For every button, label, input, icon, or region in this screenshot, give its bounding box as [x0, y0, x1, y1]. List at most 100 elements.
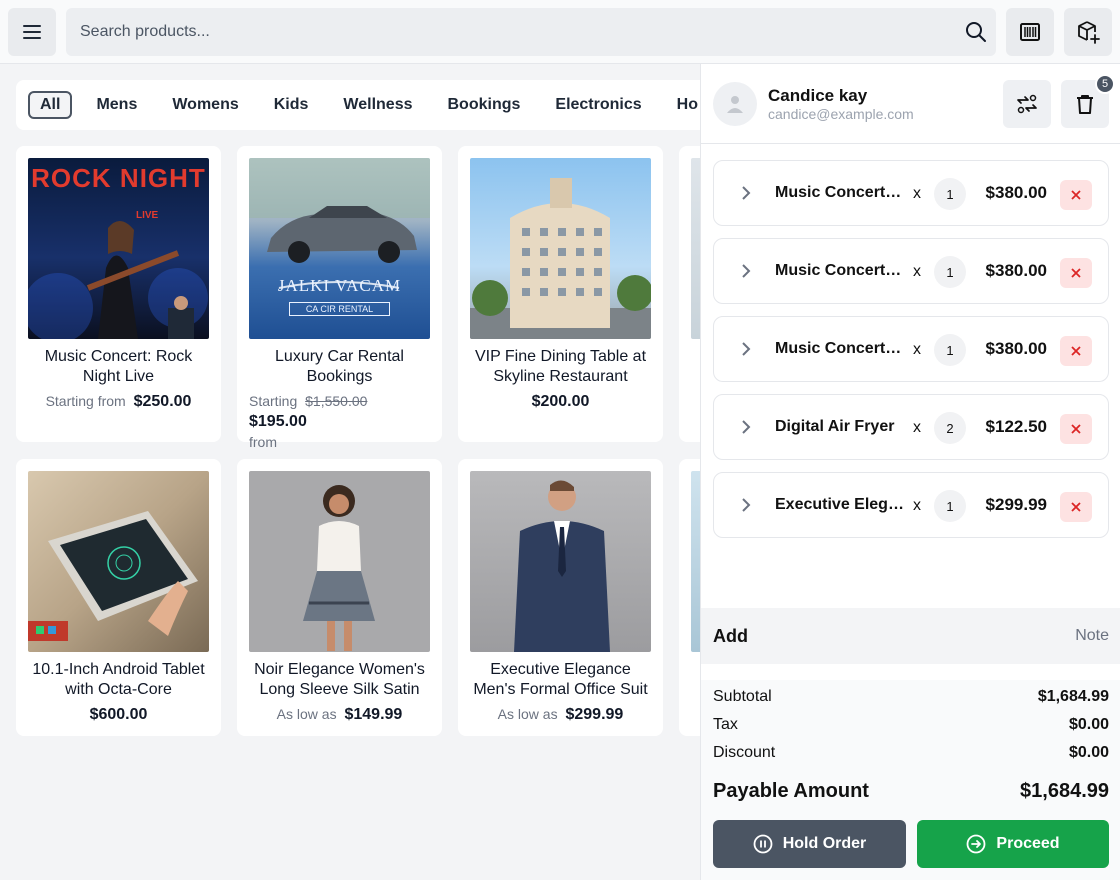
avatar[interactable]: [713, 82, 757, 126]
product-price: $195.00: [249, 413, 307, 430]
cart-count-badge: 5: [1095, 74, 1115, 94]
chevron-right-icon[interactable]: [740, 185, 752, 201]
product-card[interactable]: ROCK NIGHT LIVE Music Concert: Rock Nigh…: [16, 146, 221, 442]
swap-user-icon: [1017, 94, 1037, 114]
barcode-scan-button[interactable]: [1006, 8, 1054, 56]
cart-item-quantity[interactable]: 2: [934, 412, 966, 444]
barcode-icon: [1020, 23, 1040, 41]
product-name: 10.1-Inch Android Tablet with Octa-Core …: [32, 661, 205, 698]
clear-cart-button[interactable]: 5: [1061, 74, 1115, 128]
proceed-label: Proceed: [996, 835, 1060, 852]
tax-row: Tax $0.00: [713, 716, 1109, 734]
quantity-multiplier: x: [913, 497, 921, 514]
original-price: $1,550.00: [305, 393, 368, 409]
remove-item-button[interactable]: [1060, 258, 1092, 288]
product-price-line: $200.00: [470, 391, 651, 412]
concert-poster-title: ROCK NIGHT: [31, 163, 206, 193]
close-icon: [1071, 424, 1081, 434]
quantity-multiplier: x: [913, 263, 921, 280]
product-price-line: As low as $299.99: [470, 704, 651, 725]
product-price: $200.00: [531, 393, 590, 410]
chevron-right-icon[interactable]: [740, 419, 752, 435]
price-suffix: from: [249, 434, 277, 450]
pause-circle-icon: [753, 834, 773, 854]
discount-value: $0.00: [1068, 744, 1109, 761]
cart-item-quantity[interactable]: 1: [934, 178, 966, 210]
product-card[interactable]: 10.1-Inch Android Tablet with Octa-Core …: [16, 459, 221, 736]
product-card[interactable]: JALKI VACAM CA CIR RENTAL Luxury Car Ren…: [237, 146, 442, 450]
product-name: Executive Elegance Men's Formal Office S…: [473, 661, 648, 698]
remove-item-button[interactable]: [1060, 414, 1092, 444]
cart-item[interactable]: Music Concert: Rock Night Live x 1 $380.…: [713, 238, 1109, 304]
proceed-button[interactable]: Proceed: [917, 820, 1109, 868]
product-price: $600.00: [89, 706, 148, 723]
search-icon[interactable]: [964, 20, 988, 44]
product-card[interactable]: VIP Fine Dining Table at Skyline Restaur…: [458, 146, 663, 442]
product-price-line: $600.00: [28, 704, 209, 725]
product-image: [28, 471, 209, 652]
category-tab-womens[interactable]: Womens: [172, 91, 238, 119]
category-tab-wellness[interactable]: Wellness: [343, 91, 412, 119]
cart-item-quantity[interactable]: 1: [934, 490, 966, 522]
product-card[interactable]: Noir Elegance Women's Long Sleeve Silk S…: [237, 459, 442, 736]
product-image: [470, 471, 651, 652]
cart-item-name: Music Concert: Rock Night Live: [775, 262, 905, 279]
hold-order-button[interactable]: Hold Order: [713, 820, 906, 868]
discount-row: Discount $0.00: [713, 744, 1109, 762]
quantity-multiplier: x: [913, 419, 921, 436]
product-name: Music Concert: Rock Night Live: [44, 348, 193, 385]
product-image: ROCK NIGHT LIVE: [28, 158, 209, 339]
car-poster-title: JALKI VACAM: [277, 276, 402, 295]
product-name: VIP Fine Dining Table at Skyline Restaur…: [474, 348, 647, 385]
cart-item-quantity[interactable]: 1: [934, 334, 966, 366]
search-input[interactable]: [66, 8, 996, 56]
add-button[interactable]: Add: [713, 626, 748, 647]
cart-item[interactable]: Executive Elegance Men's Formal Office S…: [713, 472, 1109, 538]
chevron-right-icon[interactable]: [740, 341, 752, 357]
dress-model-illustration: [303, 485, 375, 651]
cart-item-quantity[interactable]: 1: [934, 256, 966, 288]
product-price-line: Starting $1,550.00 $195.00 from: [249, 391, 430, 452]
cart-item[interactable]: Digital Air Fryer x 2 $122.50: [713, 394, 1109, 460]
category-tab-home[interactable]: Ho: [677, 91, 698, 119]
category-tab-electronics[interactable]: Electronics: [555, 91, 641, 119]
cart-item-name: Music Concert: Rock Night Live: [775, 340, 905, 357]
remove-item-button[interactable]: [1060, 180, 1092, 210]
cart-item-name: Music Concert: Rock Night Live: [775, 184, 905, 201]
product-card[interactable]: Executive Elegance Men's Formal Office S…: [458, 459, 663, 736]
close-icon: [1071, 346, 1081, 356]
quantity-multiplier: x: [913, 341, 921, 358]
switch-customer-button[interactable]: [1003, 80, 1051, 128]
subtotal-row: Subtotal $1,684.99: [713, 688, 1109, 706]
note-button[interactable]: Note: [1075, 627, 1109, 645]
tablet-illustration: [28, 511, 198, 641]
trash-icon: [1077, 95, 1093, 114]
remove-item-button[interactable]: [1060, 336, 1092, 366]
product-grid: ROCK NIGHT LIVE Music Concert: Rock Nigh…: [16, 146, 716, 746]
car-poster-subtitle: CA CIR RENTAL: [289, 302, 390, 316]
category-tab-all[interactable]: All: [28, 91, 73, 119]
cart-item[interactable]: Music Concert: Rock Night Live x 1 $380.…: [713, 160, 1109, 226]
menu-button[interactable]: [8, 8, 56, 56]
hotel-illustration: [470, 178, 651, 339]
add-note-row: Add Note: [701, 608, 1120, 664]
product-price-line: As low as $149.99: [249, 704, 430, 725]
remove-item-button[interactable]: [1060, 492, 1092, 522]
user-icon: [727, 96, 743, 113]
tax-value: $0.00: [1068, 716, 1109, 733]
price-prefix: Starting: [249, 393, 298, 409]
discount-label: Discount: [713, 744, 776, 761]
category-tab-mens[interactable]: Mens: [96, 91, 137, 119]
customer-email: candice@example.com: [768, 106, 914, 122]
add-product-button[interactable]: [1064, 8, 1112, 56]
close-icon: [1071, 268, 1081, 278]
product-name: Noir Elegance Women's Long Sleeve Silk S…: [254, 661, 425, 698]
cart-item-price: $299.99: [985, 495, 1047, 514]
chevron-right-icon[interactable]: [740, 497, 752, 513]
chevron-right-icon[interactable]: [740, 263, 752, 279]
category-tab-bookings[interactable]: Bookings: [448, 91, 521, 119]
category-tab-kids[interactable]: Kids: [274, 91, 309, 119]
product-price: $149.99: [344, 706, 403, 723]
cart-item[interactable]: Music Concert: Rock Night Live x 1 $380.…: [713, 316, 1109, 382]
hamburger-icon: [23, 25, 41, 39]
